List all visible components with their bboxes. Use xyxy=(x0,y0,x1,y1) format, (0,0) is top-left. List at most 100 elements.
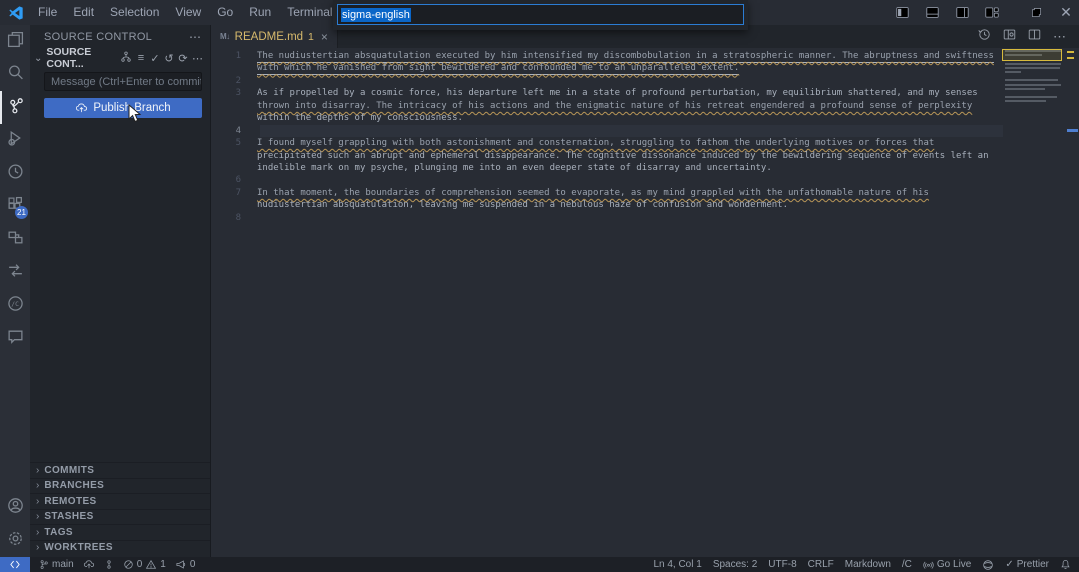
chevron-right-icon: › xyxy=(36,542,39,553)
sidebar-item-comments[interactable] xyxy=(0,322,30,355)
scm-section-label[interactable]: SOURCE CONT... xyxy=(46,46,112,70)
branch-name-input[interactable]: sigma-english xyxy=(337,4,744,25)
open-preview-icon[interactable] xyxy=(1003,28,1016,46)
accounts-button[interactable] xyxy=(0,491,30,524)
sidebar-more-actions-icon[interactable]: ⋯ xyxy=(189,30,202,44)
go-live-item[interactable]: Go Live xyxy=(923,559,971,570)
git-branch-icon xyxy=(39,559,49,570)
menu-run[interactable]: Run xyxy=(241,0,279,25)
code-line[interactable]: As if propelled by a cosmic force, his d… xyxy=(257,87,978,99)
browser-sync-item[interactable] xyxy=(982,559,994,571)
settings-button[interactable] xyxy=(0,524,30,557)
sidebar-item-source-control[interactable] xyxy=(0,91,30,124)
scm-more-actions-icon[interactable]: ⋯ xyxy=(192,52,204,65)
quick-input-panel: sigma-english xyxy=(333,0,748,30)
commit-check-icon[interactable]: ✓ xyxy=(150,52,160,65)
editor-content[interactable]: 1 The nudiustertian absquatulation execut… xyxy=(211,48,1079,557)
commit-message-input[interactable]: Message (Ctrl+Enter to commit on... xyxy=(44,72,202,91)
line-number: 1 xyxy=(211,50,241,62)
code-line[interactable]: with which he vanished from sight bewild… xyxy=(257,62,739,74)
minimap[interactable] xyxy=(1005,50,1065,109)
toggle-panel-icon[interactable] xyxy=(919,0,945,25)
menu-selection[interactable]: Selection xyxy=(102,0,167,25)
code-line[interactable]: I found myself grappling with both aston… xyxy=(257,137,934,149)
editor-group: M↓ README.md 1 × ⋯ 1 The nudiustertian ab… xyxy=(211,25,1079,557)
feedback-status-item[interactable]: 0 xyxy=(175,559,196,570)
publish-status-item[interactable] xyxy=(83,559,95,570)
code-line[interactable]: indelible mark on my psyche, plunging me… xyxy=(257,162,772,174)
toggle-secondary-sidebar-icon[interactable] xyxy=(949,0,975,25)
code-line[interactable]: nudiustertian absquatulation, leaving me… xyxy=(257,199,788,211)
language-mode-item[interactable]: Markdown xyxy=(845,559,891,570)
open-changes-icon[interactable] xyxy=(978,28,991,46)
remote-indicator[interactable] xyxy=(0,557,30,572)
notifications-bell-item[interactable] xyxy=(1060,559,1071,570)
sidebar-item-extensions[interactable]: 21 xyxy=(0,190,30,223)
section-commits[interactable]: › COMMITS xyxy=(30,462,210,478)
indentation-item[interactable]: Spaces: 2 xyxy=(713,559,757,570)
section-branches[interactable]: › BRANCHES xyxy=(30,478,210,494)
code-line[interactable]: precipitated such an abrupt and ephemera… xyxy=(257,150,989,162)
sidebar-item-explorer[interactable] xyxy=(0,25,30,58)
sidebar-item-gitlens[interactable] xyxy=(0,256,30,289)
source-control-icon xyxy=(8,97,25,119)
refresh-icon[interactable]: ⟳ xyxy=(178,52,188,65)
line-number xyxy=(211,62,241,74)
menu-go[interactable]: Go xyxy=(209,0,241,25)
mouse-cursor xyxy=(128,104,142,123)
encoding-item[interactable]: UTF-8 xyxy=(768,559,796,570)
line-number: 5 xyxy=(211,137,241,149)
branch-status-item[interactable]: main xyxy=(39,559,74,570)
chevron-down-icon[interactable]: ⌄ xyxy=(34,53,42,64)
chevron-right-icon: › xyxy=(36,480,39,491)
eol-item[interactable]: CRLF xyxy=(808,559,834,570)
close-tab-icon[interactable]: × xyxy=(321,30,328,44)
sidebar-item-timeline[interactable] xyxy=(0,157,30,190)
code-line[interactable]: within the depths of my consciousness. xyxy=(257,112,463,124)
undo-icon[interactable]: ↺ xyxy=(164,52,174,65)
svg-text:/C: /C xyxy=(11,300,19,308)
view-as-list-icon[interactable]: ≡ xyxy=(136,52,146,64)
gitlens-sections: › COMMITS › BRANCHES › REMOTES › STASHES… xyxy=(30,462,210,557)
menu-file[interactable]: File xyxy=(30,0,65,25)
cursor-position-item[interactable]: Ln 4, Col 1 xyxy=(653,559,701,570)
line-number: 4 xyxy=(211,125,241,137)
customize-layout-icon[interactable] xyxy=(979,0,1005,25)
menu-view[interactable]: View xyxy=(167,0,209,25)
section-stashes[interactable]: › STASHES xyxy=(30,509,210,525)
restore-window-icon[interactable] xyxy=(1023,0,1049,25)
sidebar-item-run-debug[interactable] xyxy=(0,124,30,157)
code-line[interactable]: The nudiustertian absquatulation execute… xyxy=(257,50,994,62)
section-worktrees[interactable]: › WORKTREES xyxy=(30,540,210,556)
menu-terminal[interactable]: Terminal xyxy=(279,0,340,25)
problems-status-item[interactable]: 0 1 xyxy=(123,559,166,570)
split-editor-icon[interactable] xyxy=(1028,28,1041,46)
editor-more-actions-icon[interactable]: ⋯ xyxy=(1053,29,1067,45)
sidebar-item-remote-explorer[interactable] xyxy=(0,223,30,256)
commit-graph-icon[interactable] xyxy=(120,51,132,66)
warning-icon xyxy=(145,559,157,570)
toggle-primary-sidebar-icon[interactable] xyxy=(889,0,915,25)
chevron-right-icon: › xyxy=(36,465,39,476)
close-window-icon[interactable]: ✕ xyxy=(1053,0,1079,25)
c-extension-icon: /C xyxy=(7,295,24,317)
menu-edit[interactable]: Edit xyxy=(65,0,102,25)
gitlens-status-item[interactable] xyxy=(104,559,114,570)
history-icon xyxy=(7,163,24,185)
tab-readme[interactable]: M↓ README.md 1 × xyxy=(211,25,338,48)
section-label: WORKTREES xyxy=(44,542,113,553)
cloud-upload-icon xyxy=(75,102,88,114)
line-number xyxy=(211,112,241,124)
code-line[interactable]: thrown into disarray. The intricacy of h… xyxy=(257,100,972,112)
search-icon xyxy=(7,64,24,86)
source-control-sidebar: SOURCE CONTROL ⋯ ⌄ SOURCE CONT... ≡ ✓ ↺ … xyxy=(30,25,211,557)
publish-branch-button[interactable]: Publish Branch xyxy=(44,98,202,118)
section-tags[interactable]: › TAGS xyxy=(30,524,210,540)
section-remotes[interactable]: › REMOTES xyxy=(30,493,210,509)
prettier-item[interactable]: ✓ Prettier xyxy=(1005,559,1049,570)
sidebar-item-c-extension[interactable]: /C xyxy=(0,289,30,322)
line-number: 3 xyxy=(211,87,241,99)
code-line[interactable]: In that moment, the boundaries of compre… xyxy=(257,187,929,199)
sidebar-item-search[interactable] xyxy=(0,58,30,91)
c-extension-status-item[interactable]: /C xyxy=(902,559,912,570)
